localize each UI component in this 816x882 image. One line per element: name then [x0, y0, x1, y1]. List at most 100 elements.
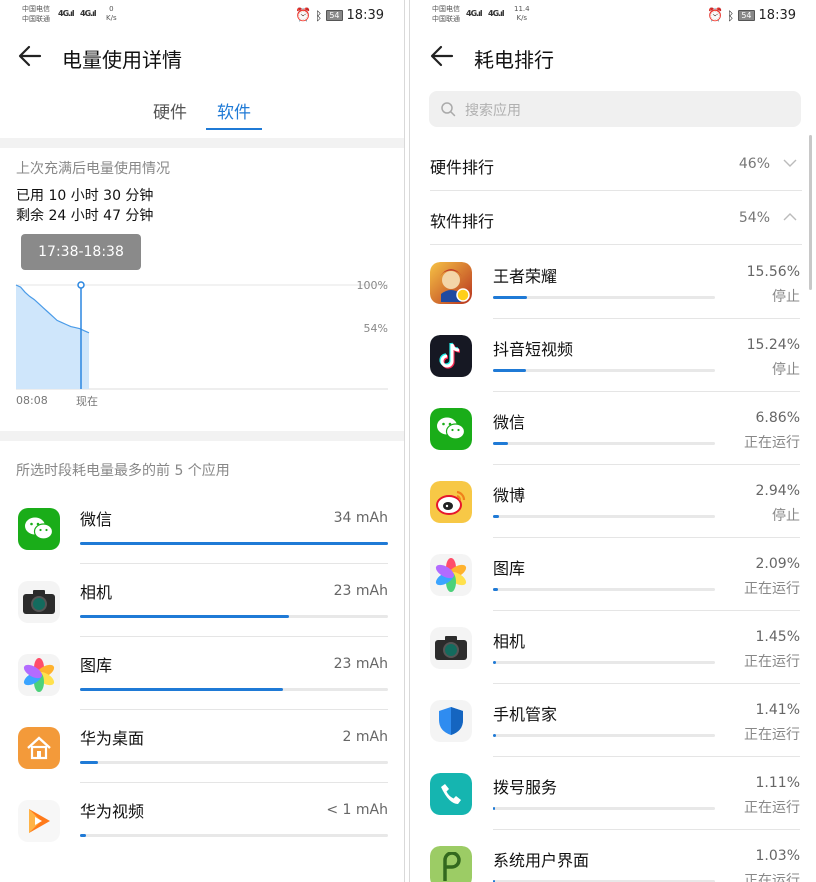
app-consumption: < 1 mAh [326, 802, 388, 818]
search-input[interactable]: 搜索应用 [465, 100, 521, 120]
carrier-1: 中国电信 [22, 5, 50, 13]
app-ranking-row[interactable]: 抖音短视频 15.24% 停止 [410, 319, 816, 392]
app-name: 拨号服务 [493, 778, 558, 797]
scrollbar[interactable] [809, 135, 812, 290]
system-ui-icon [430, 846, 472, 882]
app-usage-row[interactable]: 相机 23 mAh [0, 565, 404, 637]
remaining-time: 剩余 24 小时 47 分钟 [16, 208, 154, 224]
usage-bar [80, 688, 388, 691]
app-name: 微信 [80, 510, 113, 529]
usage-bar-fill [493, 588, 498, 591]
app-ranking-row[interactable]: 手机管家 1.41% 正在运行 [410, 684, 816, 757]
usage-bar [493, 588, 715, 591]
hardware-ranking-percent: 46% [738, 156, 770, 172]
gallery-icon [430, 554, 472, 596]
tab-software[interactable]: 软件 [217, 98, 251, 123]
alarm-icon: ⏰ [706, 8, 724, 23]
app-usage-row[interactable]: 华为桌面 2 mAh [0, 711, 404, 783]
signal-icon: 4G.ıl [58, 9, 75, 18]
app-percent: 2.09% [755, 556, 800, 572]
app-name: 华为视频 [80, 802, 145, 821]
usage-bar [493, 369, 715, 372]
app-ranking-row[interactable]: 拨号服务 1.11% 正在运行 [410, 757, 816, 830]
app-name: 手机管家 [493, 705, 558, 724]
carrier-names: 中国电信 中国联通 [432, 4, 460, 24]
app-name: 华为桌面 [80, 729, 145, 748]
usage-bar-fill [80, 688, 284, 691]
app-name: 抖音短视频 [493, 340, 574, 359]
app-name: 图库 [80, 656, 113, 675]
app-ranking-row[interactable]: 微博 2.94% 停止 [410, 465, 816, 538]
app-name: 相机 [493, 632, 526, 651]
usage-bar-fill [493, 661, 497, 664]
app-ranking-row[interactable]: 微信 6.86% 正在运行 [410, 392, 816, 465]
search-field[interactable]: 搜索应用 [429, 91, 801, 127]
app-name: 微博 [493, 486, 526, 505]
app-usage-row[interactable]: 图库 23 mAh [0, 638, 404, 710]
network-speed: 11.4 K/s [514, 5, 530, 22]
app-name: 王者荣耀 [493, 267, 558, 286]
divider [0, 138, 404, 148]
chart-tooltip: 17:38-18:38 [21, 234, 141, 270]
page-title: 电量使用详情 [62, 48, 182, 72]
carrier-names: 中国电信 中国联通 [22, 4, 50, 24]
usage-bar-fill [493, 515, 500, 518]
app-name: 图库 [493, 559, 526, 578]
app-bar: 耗电排行 [410, 32, 816, 82]
battery-details-screen: 中国电信 中国联通 4G.ıl 4G.ıl 0 K/s ⏰ ᛒ 54 18:39 … [0, 0, 404, 882]
software-ranking-row[interactable]: 软件排行 54% [430, 191, 802, 245]
app-ranking-row[interactable]: 图库 2.09% 正在运行 [410, 538, 816, 611]
top-apps-label: 所选时段耗电量最多的前 5 个应用 [16, 463, 230, 479]
usage-bar-fill [493, 442, 509, 445]
signal-icon: 4G.ıl [80, 9, 97, 18]
app-ranking-row[interactable]: 相机 1.45% 正在运行 [410, 611, 816, 684]
chevron-up-icon [783, 213, 797, 221]
status-right: ⏰ ᛒ 54 18:39 [295, 8, 384, 23]
battery-icon: 54 [326, 10, 343, 21]
app-name: 系统用户界面 [493, 851, 590, 870]
home-launcher-icon [18, 727, 60, 769]
app-percent: 1.11% [755, 775, 800, 791]
app-name: 相机 [80, 583, 113, 602]
signal-icon: 4G.ıl [488, 9, 505, 18]
camera-icon [430, 627, 472, 669]
hardware-ranking-row[interactable]: 硬件排行 46% [430, 137, 802, 191]
video-icon [18, 800, 60, 842]
clock: 18:39 [346, 8, 384, 23]
app-usage-row[interactable]: 华为视频 < 1 mAh [0, 784, 404, 856]
app-state: 停止 [772, 362, 800, 378]
x-label-start: 08:08 [16, 394, 48, 407]
app-percent: 1.45% [755, 629, 800, 645]
y-label-100: 100% [357, 279, 388, 292]
usage-bar-fill [80, 834, 87, 837]
carrier-2: 中国联通 [432, 15, 460, 23]
back-arrow-icon[interactable] [428, 42, 456, 70]
usage-bar-fill [80, 761, 99, 764]
wechat-icon [430, 408, 472, 450]
app-state: 正在运行 [744, 654, 800, 670]
usage-bar-fill [493, 734, 497, 737]
x-label-now: 现在 [76, 395, 98, 408]
divider [0, 431, 404, 441]
bluetooth-icon: ᛒ [315, 8, 323, 23]
usage-bar [493, 515, 715, 518]
network-speed: 0 K/s [106, 5, 117, 22]
douyin-icon [430, 335, 472, 377]
app-name: 微信 [493, 413, 526, 432]
app-state: 停止 [772, 508, 800, 524]
usage-bar [493, 442, 715, 445]
app-state: 正在运行 [744, 727, 800, 743]
tab-hardware[interactable]: 硬件 [153, 98, 187, 123]
status-bar: 中国电信 中国联通 4G.ıl 4G.ıl 11.4 K/s ⏰ ᛒ 54 18:… [410, 0, 816, 32]
now-marker-dot [77, 281, 85, 289]
app-ranking-row[interactable]: 王者荣耀 15.56% 停止 [410, 246, 816, 319]
hardware-ranking-label: 硬件排行 [430, 158, 495, 177]
usage-bar [493, 734, 715, 737]
tab-bar: 硬件 软件 [0, 82, 404, 138]
app-usage-row[interactable]: 微信 34 mAh [0, 492, 404, 564]
app-ranking-row[interactable]: 系统用户界面 1.03% 正在运行 [410, 830, 816, 882]
usage-bar-fill [493, 369, 527, 372]
usage-bar [80, 542, 388, 545]
app-percent: 1.03% [755, 848, 800, 864]
back-arrow-icon[interactable] [16, 42, 44, 70]
